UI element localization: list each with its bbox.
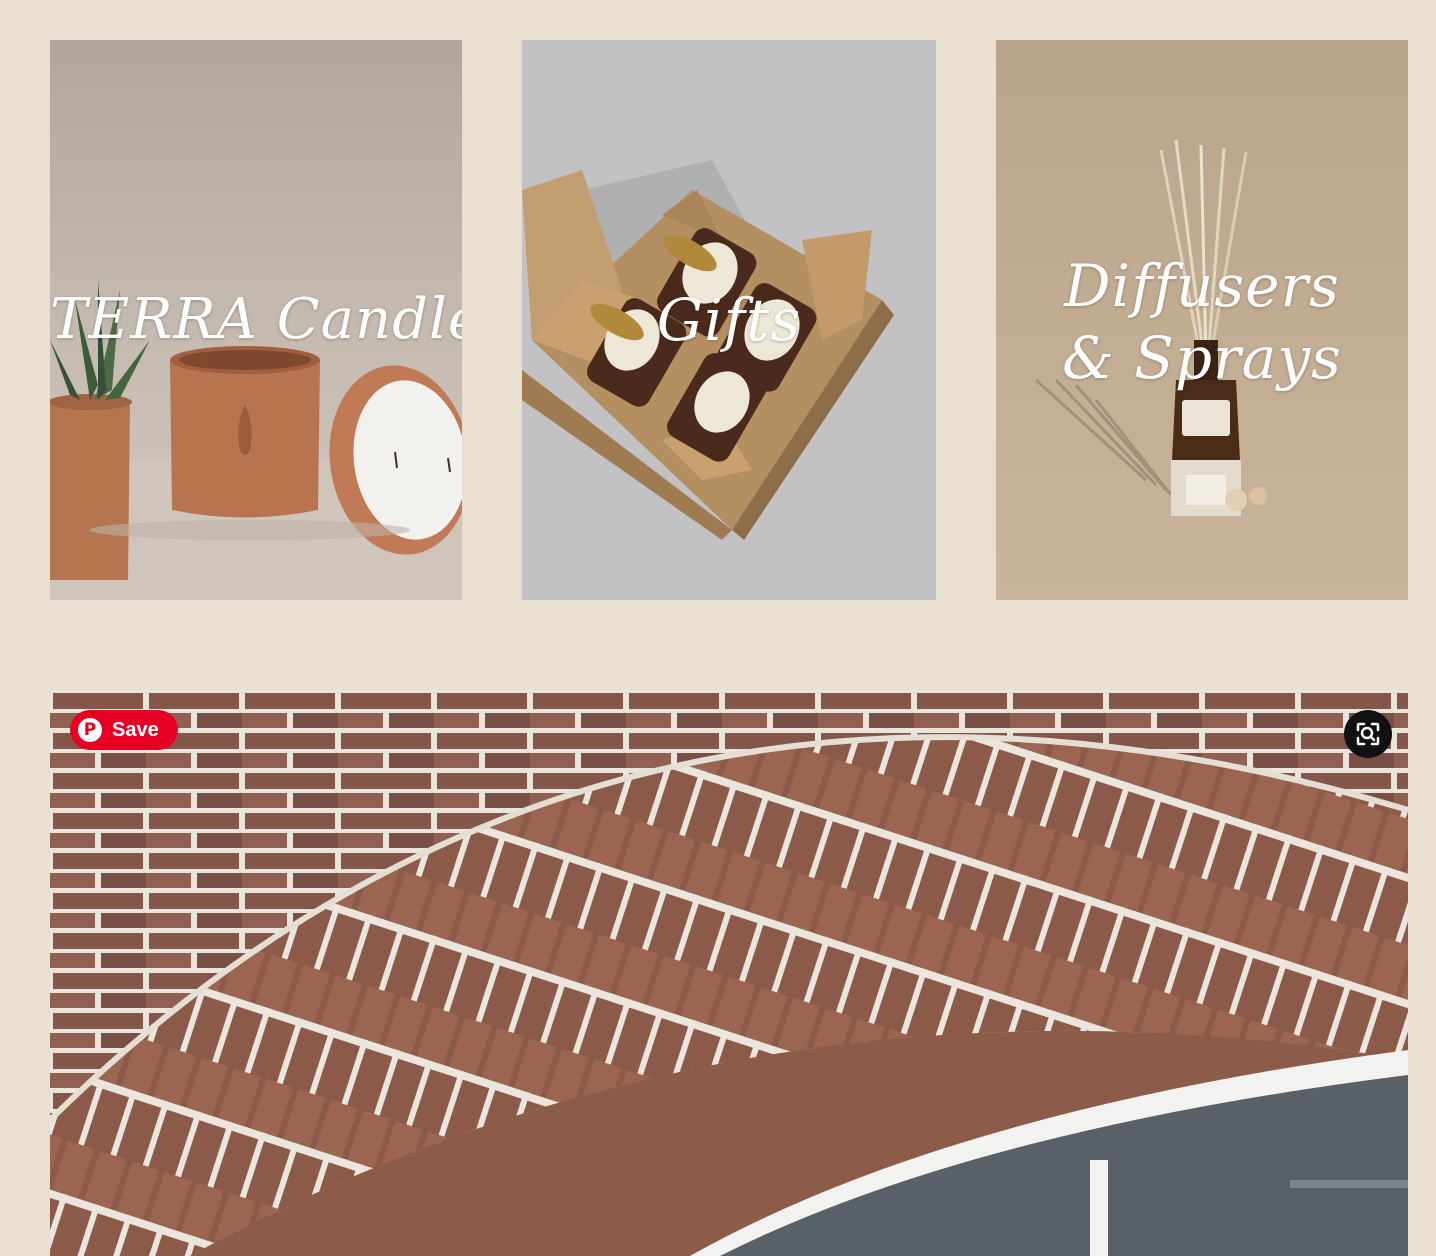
category-tile-diffusers-sprays[interactable]: Diffusers & Sprays	[996, 40, 1408, 600]
save-button-label: Save	[112, 718, 159, 741]
tile-title-terra-candles: TERRA Candles	[50, 287, 462, 352]
pinterest-logo-icon: P	[78, 718, 102, 742]
page: TERRA Candles	[0, 0, 1436, 1256]
brick-arch-photo	[50, 690, 1408, 1256]
visual-search-icon	[1356, 722, 1380, 746]
category-tile-terra-candles[interactable]: TERRA Candles	[50, 40, 462, 600]
visual-search-button[interactable]	[1344, 710, 1392, 758]
brick-arch-hero-image	[50, 690, 1408, 1256]
tile-title-gifts: Gifts	[656, 286, 802, 354]
tile-title-diffusers-sprays: Diffusers & Sprays	[1062, 252, 1342, 392]
pinterest-save-button[interactable]: P Save	[70, 710, 178, 750]
category-tile-gifts[interactable]: Gifts	[522, 40, 936, 600]
